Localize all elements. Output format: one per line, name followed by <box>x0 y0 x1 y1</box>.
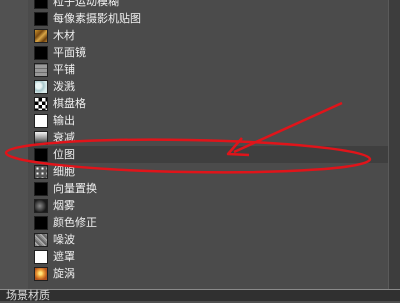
red-annotation <box>4 101 372 174</box>
map-browser-panel: 粒子运动模糊 每像素摄影机贴图 木材 平面镜 平铺 泼溅 棋盘格 输出 衰减 位… <box>0 0 400 302</box>
highlight-ellipse <box>4 138 372 174</box>
